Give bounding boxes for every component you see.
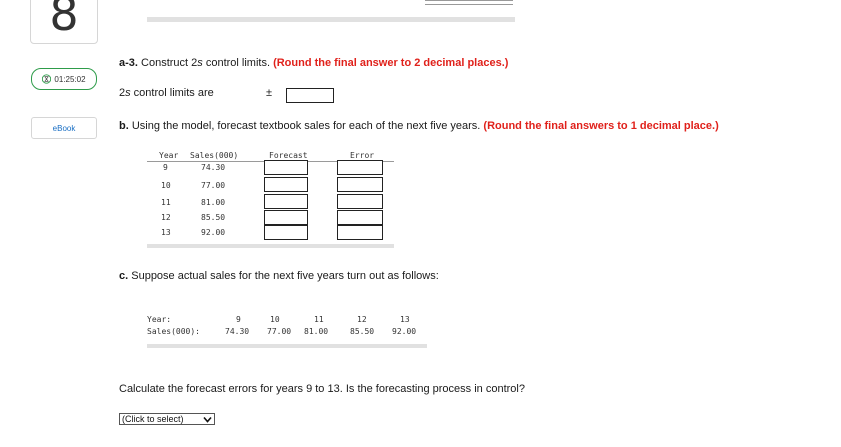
- sales-value: 85.50: [350, 327, 375, 336]
- b-instruction: (Round the final answers to 1 decimal pl…: [483, 120, 719, 132]
- top-divider: [147, 17, 515, 22]
- sales-table-bottom-bar: [147, 344, 427, 348]
- hourglass-icon: [42, 74, 52, 84]
- row-sales: 77.00: [201, 181, 226, 190]
- sales-label: Sales(000):: [147, 327, 200, 336]
- error-input[interactable]: [337, 225, 383, 240]
- year-value: 12: [357, 315, 367, 324]
- forecast-input[interactable]: [264, 177, 308, 192]
- error-input[interactable]: [337, 177, 383, 192]
- timer-text: 01:25:02: [54, 74, 86, 84]
- top-rule-box: [425, 0, 513, 5]
- row-year: 13: [161, 228, 171, 237]
- error-input[interactable]: [337, 210, 383, 225]
- year-value: 11: [314, 315, 324, 324]
- actual-sales-table: Year: Sales(000): 9 10 11 12 13 74.30 77…: [147, 313, 427, 349]
- limits-suffix: control limits are: [130, 87, 214, 99]
- b-question: b. Using the model, forecast textbook sa…: [119, 120, 719, 132]
- row-sales: 92.00: [201, 228, 226, 237]
- c-forecast-error-question: Calculate the forecast errors for years …: [119, 383, 525, 395]
- c-text: Suppose actual sales for the next five y…: [128, 270, 439, 282]
- a3-instruction: (Round the final answer to 2 decimal pla…: [273, 57, 509, 69]
- timer-badge[interactable]: 01:25:02: [31, 68, 97, 90]
- year-value: 10: [270, 315, 280, 324]
- select-value: (Click to select): [122, 414, 184, 424]
- plus-minus-sign: ±: [266, 87, 273, 99]
- forecast-input[interactable]: [264, 210, 308, 225]
- row-year: 11: [161, 198, 171, 207]
- year-value: 9: [236, 315, 241, 324]
- forecast-input[interactable]: [264, 194, 308, 209]
- sales-value: 92.00: [392, 327, 417, 336]
- control-limit-input[interactable]: [286, 88, 334, 103]
- error-input[interactable]: [337, 160, 383, 175]
- sales-value: 77.00: [267, 327, 292, 336]
- forecast-input[interactable]: [264, 160, 308, 175]
- a3-text-prefix: Construct 2: [137, 57, 198, 69]
- header-year: Year: [159, 151, 179, 160]
- row-sales: 74.30: [201, 163, 226, 172]
- forecast-input[interactable]: [264, 225, 308, 240]
- a3-text-suffix: control limits.: [202, 57, 274, 69]
- row-sales: 81.00: [201, 198, 226, 207]
- forecast-table: Year Sales(000) Forecast Error 9 74.30 1…: [147, 150, 394, 250]
- b-label: b.: [119, 120, 129, 132]
- year-value: 13: [400, 315, 410, 324]
- question-number[interactable]: 8: [30, 0, 98, 44]
- in-control-select[interactable]: (Click to select): [119, 413, 215, 425]
- a3-limits-label: 2s control limits are: [119, 87, 214, 99]
- a3-label: a-3.: [119, 57, 138, 69]
- row-year: 9: [163, 163, 168, 172]
- table-bottom-bar: [147, 244, 394, 248]
- c-label: c.: [119, 270, 129, 282]
- row-year: 10: [161, 181, 171, 190]
- sales-value: 74.30: [225, 327, 250, 336]
- year-label: Year:: [147, 315, 172, 324]
- a3-question: a-3. Construct 2s control limits. (Round…: [119, 57, 508, 69]
- c-question: c. Suppose actual sales for the next fiv…: [119, 270, 439, 282]
- row-sales: 85.50: [201, 213, 226, 222]
- chevron-down-icon: [203, 416, 212, 423]
- ebook-button[interactable]: eBook: [31, 117, 97, 139]
- b-text: Using the model, forecast textbook sales…: [128, 120, 484, 132]
- error-input[interactable]: [337, 194, 383, 209]
- sales-value: 81.00: [304, 327, 329, 336]
- row-year: 12: [161, 213, 171, 222]
- header-sales: Sales(000): [190, 151, 239, 160]
